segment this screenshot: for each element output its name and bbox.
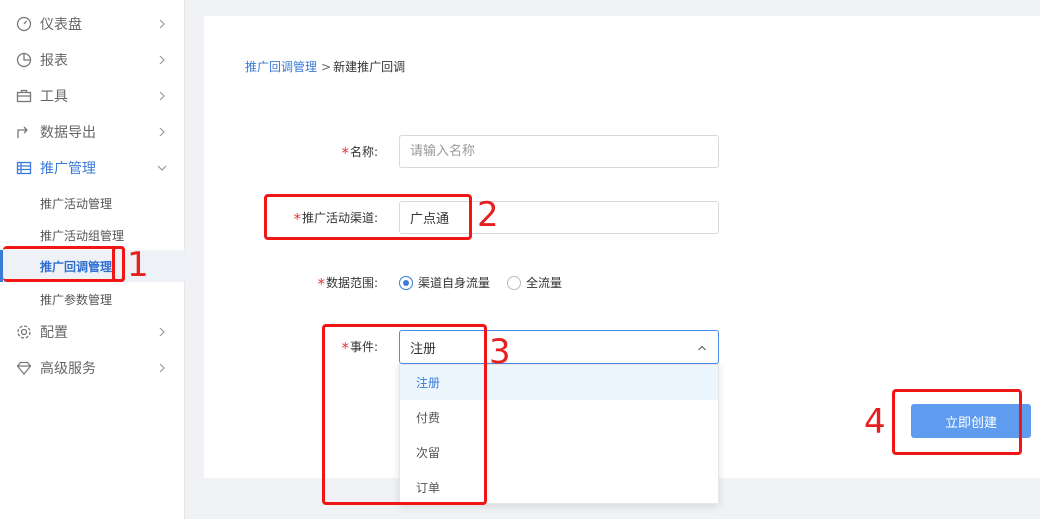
- required-mark: *: [341, 339, 349, 357]
- range-radio-all[interactable]: 全流量: [507, 274, 562, 291]
- required-mark: *: [293, 210, 301, 228]
- sidebar-item-label: 数据导出: [40, 125, 96, 141]
- required-mark: *: [317, 275, 325, 293]
- chevron-up-icon: [698, 345, 706, 351]
- sidebar-subitem-campaign-group[interactable]: 推广活动组管理: [0, 219, 185, 251]
- gear-icon: [17, 325, 31, 339]
- event-dropdown: 注册 付费 次留 订单: [399, 364, 719, 504]
- sidebar-item-config[interactable]: 配置: [0, 314, 185, 350]
- list-icon: [16, 161, 32, 175]
- radio-label: 渠道自身流量: [418, 276, 491, 290]
- radio-checked-icon: [399, 275, 413, 290]
- sidebar: 仪表盘 报表 工具 数据导出 推广管理 推广活动管理 推广活动组管理 推广回调管…: [0, 0, 185, 519]
- channel-label: *推广活动渠道:: [204, 208, 378, 228]
- channel-input[interactable]: 广点通: [399, 201, 719, 234]
- option-label: 次留: [416, 446, 441, 460]
- annotation-number-1: 1: [127, 245, 149, 285]
- sidebar-item-label: 推广管理: [40, 161, 96, 177]
- sidebar-subitem-label: 推广活动组管理: [40, 228, 125, 243]
- pie-chart-icon: [16, 52, 32, 68]
- sidebar-item-promotion[interactable]: 推广管理: [0, 150, 185, 186]
- sidebar-subitem-callback[interactable]: 推广回调管理: [0, 250, 185, 282]
- breadcrumb: 推广回调管理 > 新建推广回调: [245, 58, 405, 75]
- sidebar-subitem-label: 推广参数管理: [40, 292, 113, 307]
- chevron-right-icon: [159, 327, 165, 337]
- breadcrumb-current: 新建推广回调: [333, 60, 406, 74]
- event-select[interactable]: 注册: [399, 330, 719, 364]
- toolbox-icon: [16, 89, 32, 103]
- required-mark: *: [341, 144, 349, 162]
- option-label: 付费: [416, 411, 441, 425]
- chevron-right-icon: [159, 363, 165, 373]
- event-label: *事件:: [204, 337, 378, 357]
- annotation-number-3: 3: [489, 332, 511, 372]
- event-option-pay[interactable]: 付费: [400, 400, 718, 435]
- diamond-icon: [16, 361, 32, 375]
- breadcrumb-separator: >: [321, 60, 332, 74]
- channel-label-text: 推广活动渠道:: [301, 211, 378, 225]
- sidebar-item-label: 工具: [40, 89, 68, 105]
- sidebar-item-label: 仪表盘: [40, 17, 82, 33]
- sidebar-item-data-export[interactable]: 数据导出: [0, 114, 185, 150]
- sidebar-subitem-campaign[interactable]: 推广活动管理: [0, 187, 185, 219]
- event-label-text: 事件:: [349, 340, 378, 354]
- range-label-text: 数据范围:: [325, 276, 378, 290]
- event-option-order[interactable]: 订单: [400, 470, 718, 505]
- sidebar-item-label: 高级服务: [40, 361, 96, 377]
- chevron-down-icon: [157, 165, 167, 171]
- chevron-right-icon: [159, 91, 165, 101]
- chevron-right-icon: [159, 55, 165, 65]
- sidebar-item-premium[interactable]: 高级服务: [0, 350, 185, 386]
- dashboard-icon: [16, 16, 32, 32]
- chevron-right-icon: [159, 19, 165, 29]
- chevron-right-icon: [159, 127, 165, 137]
- sidebar-subitem-label: 推广活动管理: [40, 196, 113, 211]
- option-label: 注册: [416, 376, 441, 390]
- sidebar-item-label: 报表: [40, 53, 68, 69]
- sidebar-item-label: 配置: [40, 325, 68, 341]
- option-label: 订单: [416, 481, 441, 495]
- event-option-retention[interactable]: 次留: [400, 435, 718, 470]
- create-button[interactable]: 立即创建: [911, 404, 1031, 438]
- name-input[interactable]: [399, 135, 719, 168]
- name-label-text: 名称:: [349, 145, 378, 159]
- sidebar-subitem-label: 推广回调管理: [40, 259, 113, 274]
- export-icon: [17, 126, 28, 138]
- event-selected-value: 注册: [410, 341, 437, 357]
- range-label: *数据范围:: [204, 273, 378, 293]
- range-radio-channel[interactable]: 渠道自身流量: [399, 274, 490, 291]
- name-label: *名称:: [204, 142, 378, 162]
- sidebar-item-dashboard[interactable]: 仪表盘: [0, 6, 185, 42]
- radio-unchecked-icon: [507, 275, 521, 290]
- breadcrumb-parent-link[interactable]: 推广回调管理: [245, 60, 317, 74]
- sidebar-item-reports[interactable]: 报表: [0, 42, 185, 78]
- sidebar-subitem-params[interactable]: 推广参数管理: [0, 283, 185, 315]
- annotation-number-2: 2: [477, 195, 499, 235]
- sidebar-item-tools[interactable]: 工具: [0, 78, 185, 114]
- annotation-number-4: 4: [864, 402, 886, 442]
- radio-label: 全流量: [526, 276, 563, 290]
- channel-value: 广点通: [410, 212, 450, 227]
- event-option-register[interactable]: 注册: [400, 365, 718, 400]
